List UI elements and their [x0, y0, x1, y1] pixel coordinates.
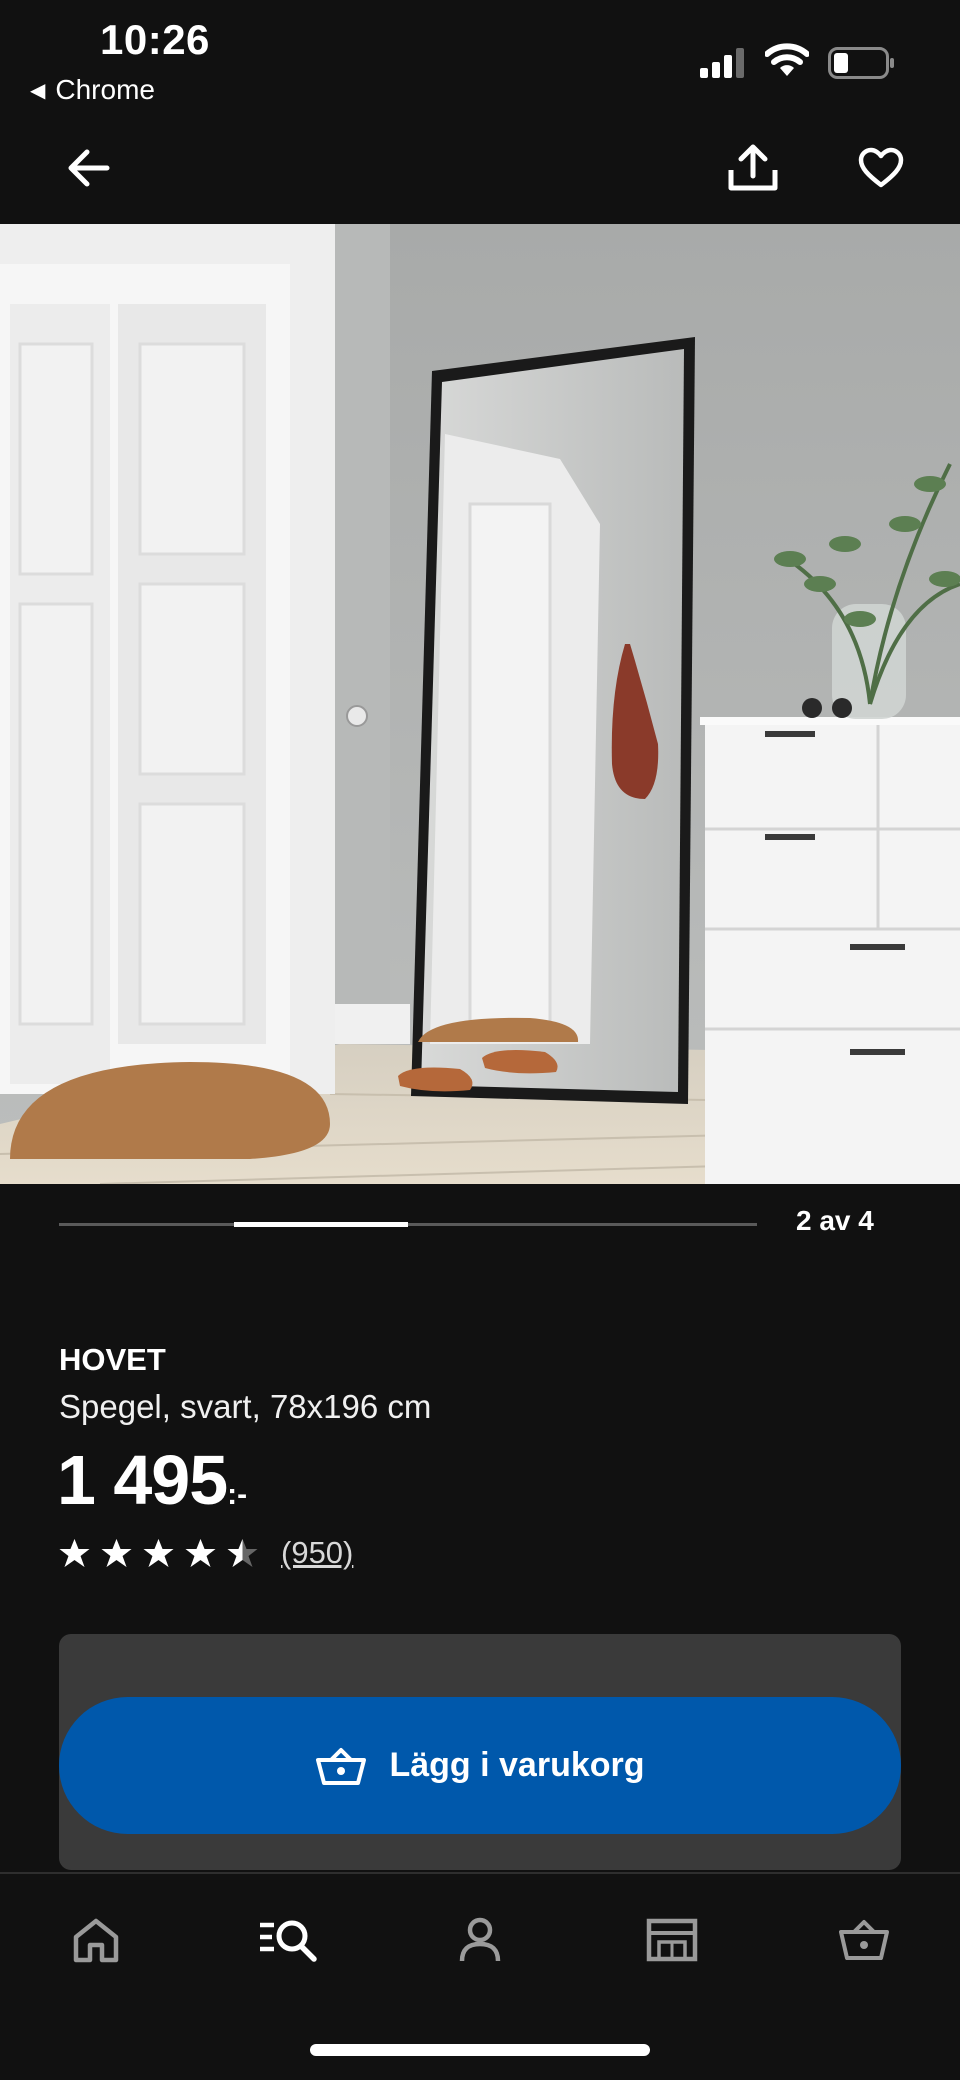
share-button[interactable]	[713, 128, 793, 208]
arrow-left-icon	[68, 149, 110, 187]
add-to-cart-label: Lägg i varukorg	[389, 1746, 645, 1784]
share-icon	[728, 144, 778, 191]
store-icon	[646, 1918, 698, 1962]
star-full-icon	[101, 1539, 132, 1567]
product-name: HOVET	[59, 1342, 166, 1377]
home-indicator[interactable]	[310, 2044, 650, 2056]
carousel-progress	[59, 1222, 757, 1227]
star-full-icon	[143, 1539, 174, 1567]
nav-cart[interactable]	[828, 1904, 900, 1976]
profile-icon	[459, 1917, 501, 1962]
star-full-icon	[185, 1539, 216, 1567]
basket-icon	[839, 1920, 889, 1960]
basket-icon	[316, 1747, 367, 1785]
product-price: 1 495 :-	[57, 1440, 247, 1520]
home-icon	[73, 1918, 119, 1963]
add-to-cart-button[interactable]: Lägg i varukorg	[59, 1697, 901, 1834]
product-image[interactable]	[0, 224, 960, 1184]
nav-search[interactable]	[252, 1904, 324, 1976]
nav-profile[interactable]	[444, 1904, 516, 1976]
product-description: Spegel, svart, 78x196 cm	[59, 1388, 432, 1425]
wifi-icon	[764, 42, 810, 83]
back-app-label: Chrome	[55, 74, 155, 105]
favorite-button[interactable]	[841, 128, 921, 208]
heart-icon	[858, 147, 904, 188]
rating[interactable]: (950)	[59, 1535, 353, 1571]
back-triangle-icon: ◀	[30, 79, 46, 102]
nav-home[interactable]	[60, 1904, 132, 1976]
star-rating	[59, 1538, 258, 1568]
battery-icon	[828, 47, 896, 84]
price-amount: 1 495	[57, 1441, 228, 1519]
star-half-icon	[227, 1539, 258, 1567]
signal-icon	[700, 48, 748, 83]
review-count-link[interactable]: (950)	[281, 1535, 353, 1571]
carousel-counter: 2 av 4	[796, 1205, 874, 1236]
nav-store[interactable]	[636, 1904, 708, 1976]
price-suffix: :-	[227, 1478, 248, 1511]
carousel-progress-fill	[233, 1222, 408, 1227]
back-to-app-link[interactable]: ◀ Chrome	[30, 74, 155, 106]
star-full-icon	[59, 1539, 90, 1567]
search-list-icon	[260, 1920, 317, 1962]
back-button[interactable]	[48, 128, 128, 208]
status-time: 10:26	[100, 16, 210, 63]
